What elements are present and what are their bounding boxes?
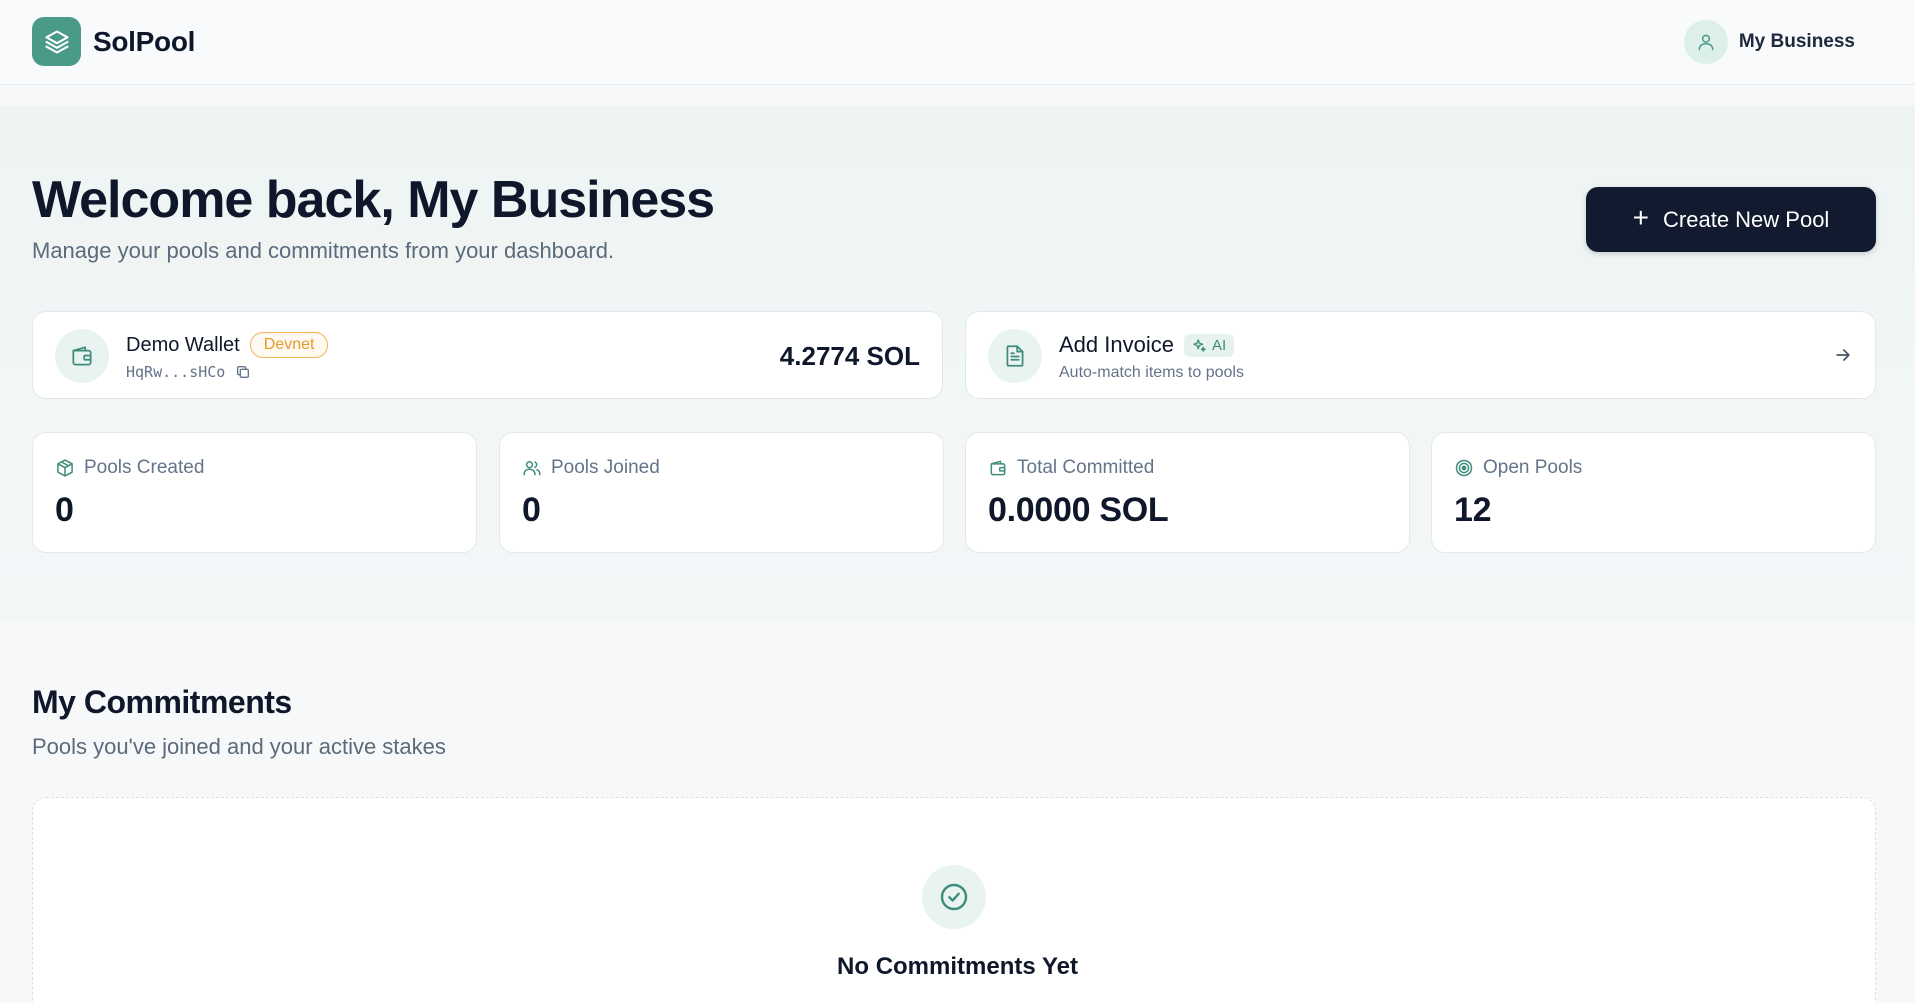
wallet-address: HqRw...sHCo bbox=[126, 363, 226, 381]
add-invoice-title: Add Invoice bbox=[1059, 332, 1174, 357]
invoice-title-row: Add Invoice AI bbox=[1059, 332, 1235, 358]
wallet-balance: 4.2774 SOL bbox=[779, 341, 920, 371]
add-invoice-subtitle: Auto-match items to pools bbox=[1059, 364, 1244, 381]
document-icon bbox=[988, 329, 1042, 383]
wallet-title-row: Demo Wallet Devnet bbox=[126, 332, 329, 358]
users-icon bbox=[523, 461, 541, 476]
brand[interactable]: SolPool bbox=[32, 17, 195, 66]
stat-card-pools-created: Pools Created 0 bbox=[32, 432, 477, 553]
stat-label-row: Open Pools bbox=[1454, 457, 1582, 479]
ai-badge-label: AI bbox=[1211, 336, 1227, 354]
stat-card-total-committed: Total Committed 0.0000 SOL bbox=[965, 432, 1410, 553]
wallet-icon bbox=[55, 329, 109, 383]
stat-value: 0 bbox=[522, 491, 541, 529]
account-name: My Business bbox=[1738, 31, 1855, 52]
wallet-card: Demo Wallet Devnet HqRw...sHCo 4.2774 SO… bbox=[32, 311, 943, 399]
create-new-pool-button[interactable]: + Create New Pool bbox=[1586, 187, 1876, 252]
commitments-title: My Commitments bbox=[32, 684, 292, 720]
stat-label: Pools Created bbox=[84, 457, 205, 478]
page-subtitle: Manage your pools and commitments from y… bbox=[32, 238, 615, 263]
copy-icon[interactable] bbox=[235, 364, 251, 380]
wallet-name: Demo Wallet bbox=[126, 333, 240, 356]
package-icon bbox=[57, 459, 73, 477]
stat-label-row: Pools Joined bbox=[522, 457, 660, 479]
create-new-pool-label: Create New Pool bbox=[1663, 206, 1830, 232]
top-bar: SolPool My Business bbox=[0, 0, 1915, 85]
stat-card-open-pools: Open Pools 12 bbox=[1431, 432, 1876, 553]
commitments-subtitle: Pools you've joined and your active stak… bbox=[32, 734, 446, 759]
user-icon bbox=[1683, 20, 1728, 64]
stat-label: Open Pools bbox=[1483, 457, 1583, 478]
target-icon bbox=[1455, 459, 1473, 477]
account-menu-button[interactable]: My Business bbox=[1683, 20, 1855, 64]
wallet-address-row: HqRw...sHCo bbox=[126, 363, 251, 381]
layers-logo-icon bbox=[32, 17, 81, 66]
stat-value: 0 bbox=[55, 491, 74, 529]
stat-label-row: Total Committed bbox=[988, 457, 1154, 479]
stat-label-row: Pools Created bbox=[55, 457, 204, 479]
stat-card-pools-joined: Pools Joined 0 bbox=[499, 432, 944, 553]
plus-icon: + bbox=[1632, 202, 1650, 233]
stat-label: Total Committed bbox=[1017, 457, 1155, 478]
empty-state-title: No Commitments Yet bbox=[837, 953, 1078, 980]
add-invoice-card[interactable]: Add Invoice AI Auto-match items to pools bbox=[965, 311, 1876, 399]
arrow-right-icon bbox=[1833, 345, 1853, 365]
sparkles-icon bbox=[1193, 338, 1206, 352]
page-title: Welcome back, My Business bbox=[32, 171, 715, 229]
brand-name: SolPool bbox=[93, 25, 196, 57]
wallet-icon bbox=[990, 460, 1006, 476]
network-badge: Devnet bbox=[249, 332, 329, 358]
ai-badge: AI bbox=[1183, 333, 1235, 357]
stat-value: 12 bbox=[1454, 491, 1492, 529]
stat-label: Pools Joined bbox=[551, 457, 660, 478]
check-circle-icon bbox=[922, 865, 986, 929]
stat-value: 0.0000 SOL bbox=[988, 491, 1169, 529]
